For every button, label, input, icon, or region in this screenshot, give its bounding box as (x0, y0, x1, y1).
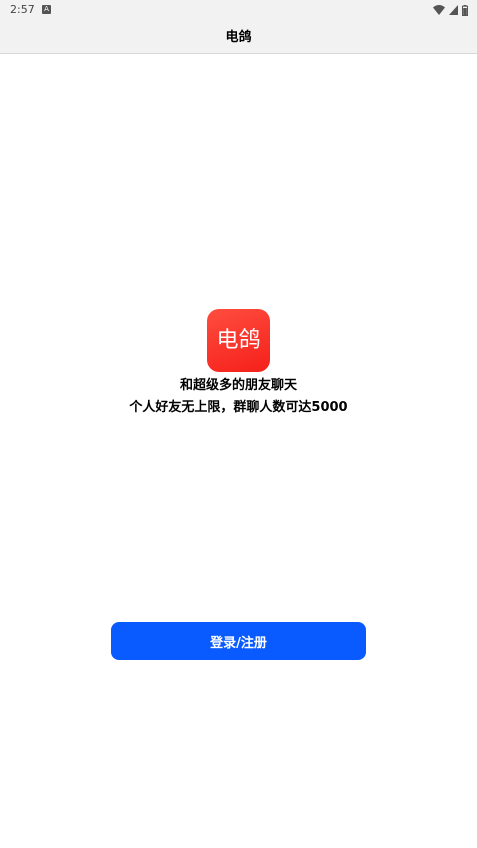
status-bar: 2:57 A (0, 0, 477, 20)
page-title: 电鸽 (225, 30, 252, 45)
android-a-icon: A (42, 5, 51, 14)
battery-icon (462, 4, 468, 16)
signal-icon (449, 5, 458, 15)
wifi-icon (433, 5, 445, 15)
status-icons (433, 4, 468, 16)
tagline-line-1: 和超级多的朋友聊天 (179, 378, 297, 393)
login-register-button[interactable]: 登录/注册 (111, 622, 366, 660)
tagline-line-2: 个人好友无上限，群聊人数可达5000 (129, 400, 348, 415)
app-header: 电鸽 (0, 20, 477, 54)
app-logo: 电鸽 (207, 309, 270, 372)
status-time: 2:57 (10, 3, 35, 16)
